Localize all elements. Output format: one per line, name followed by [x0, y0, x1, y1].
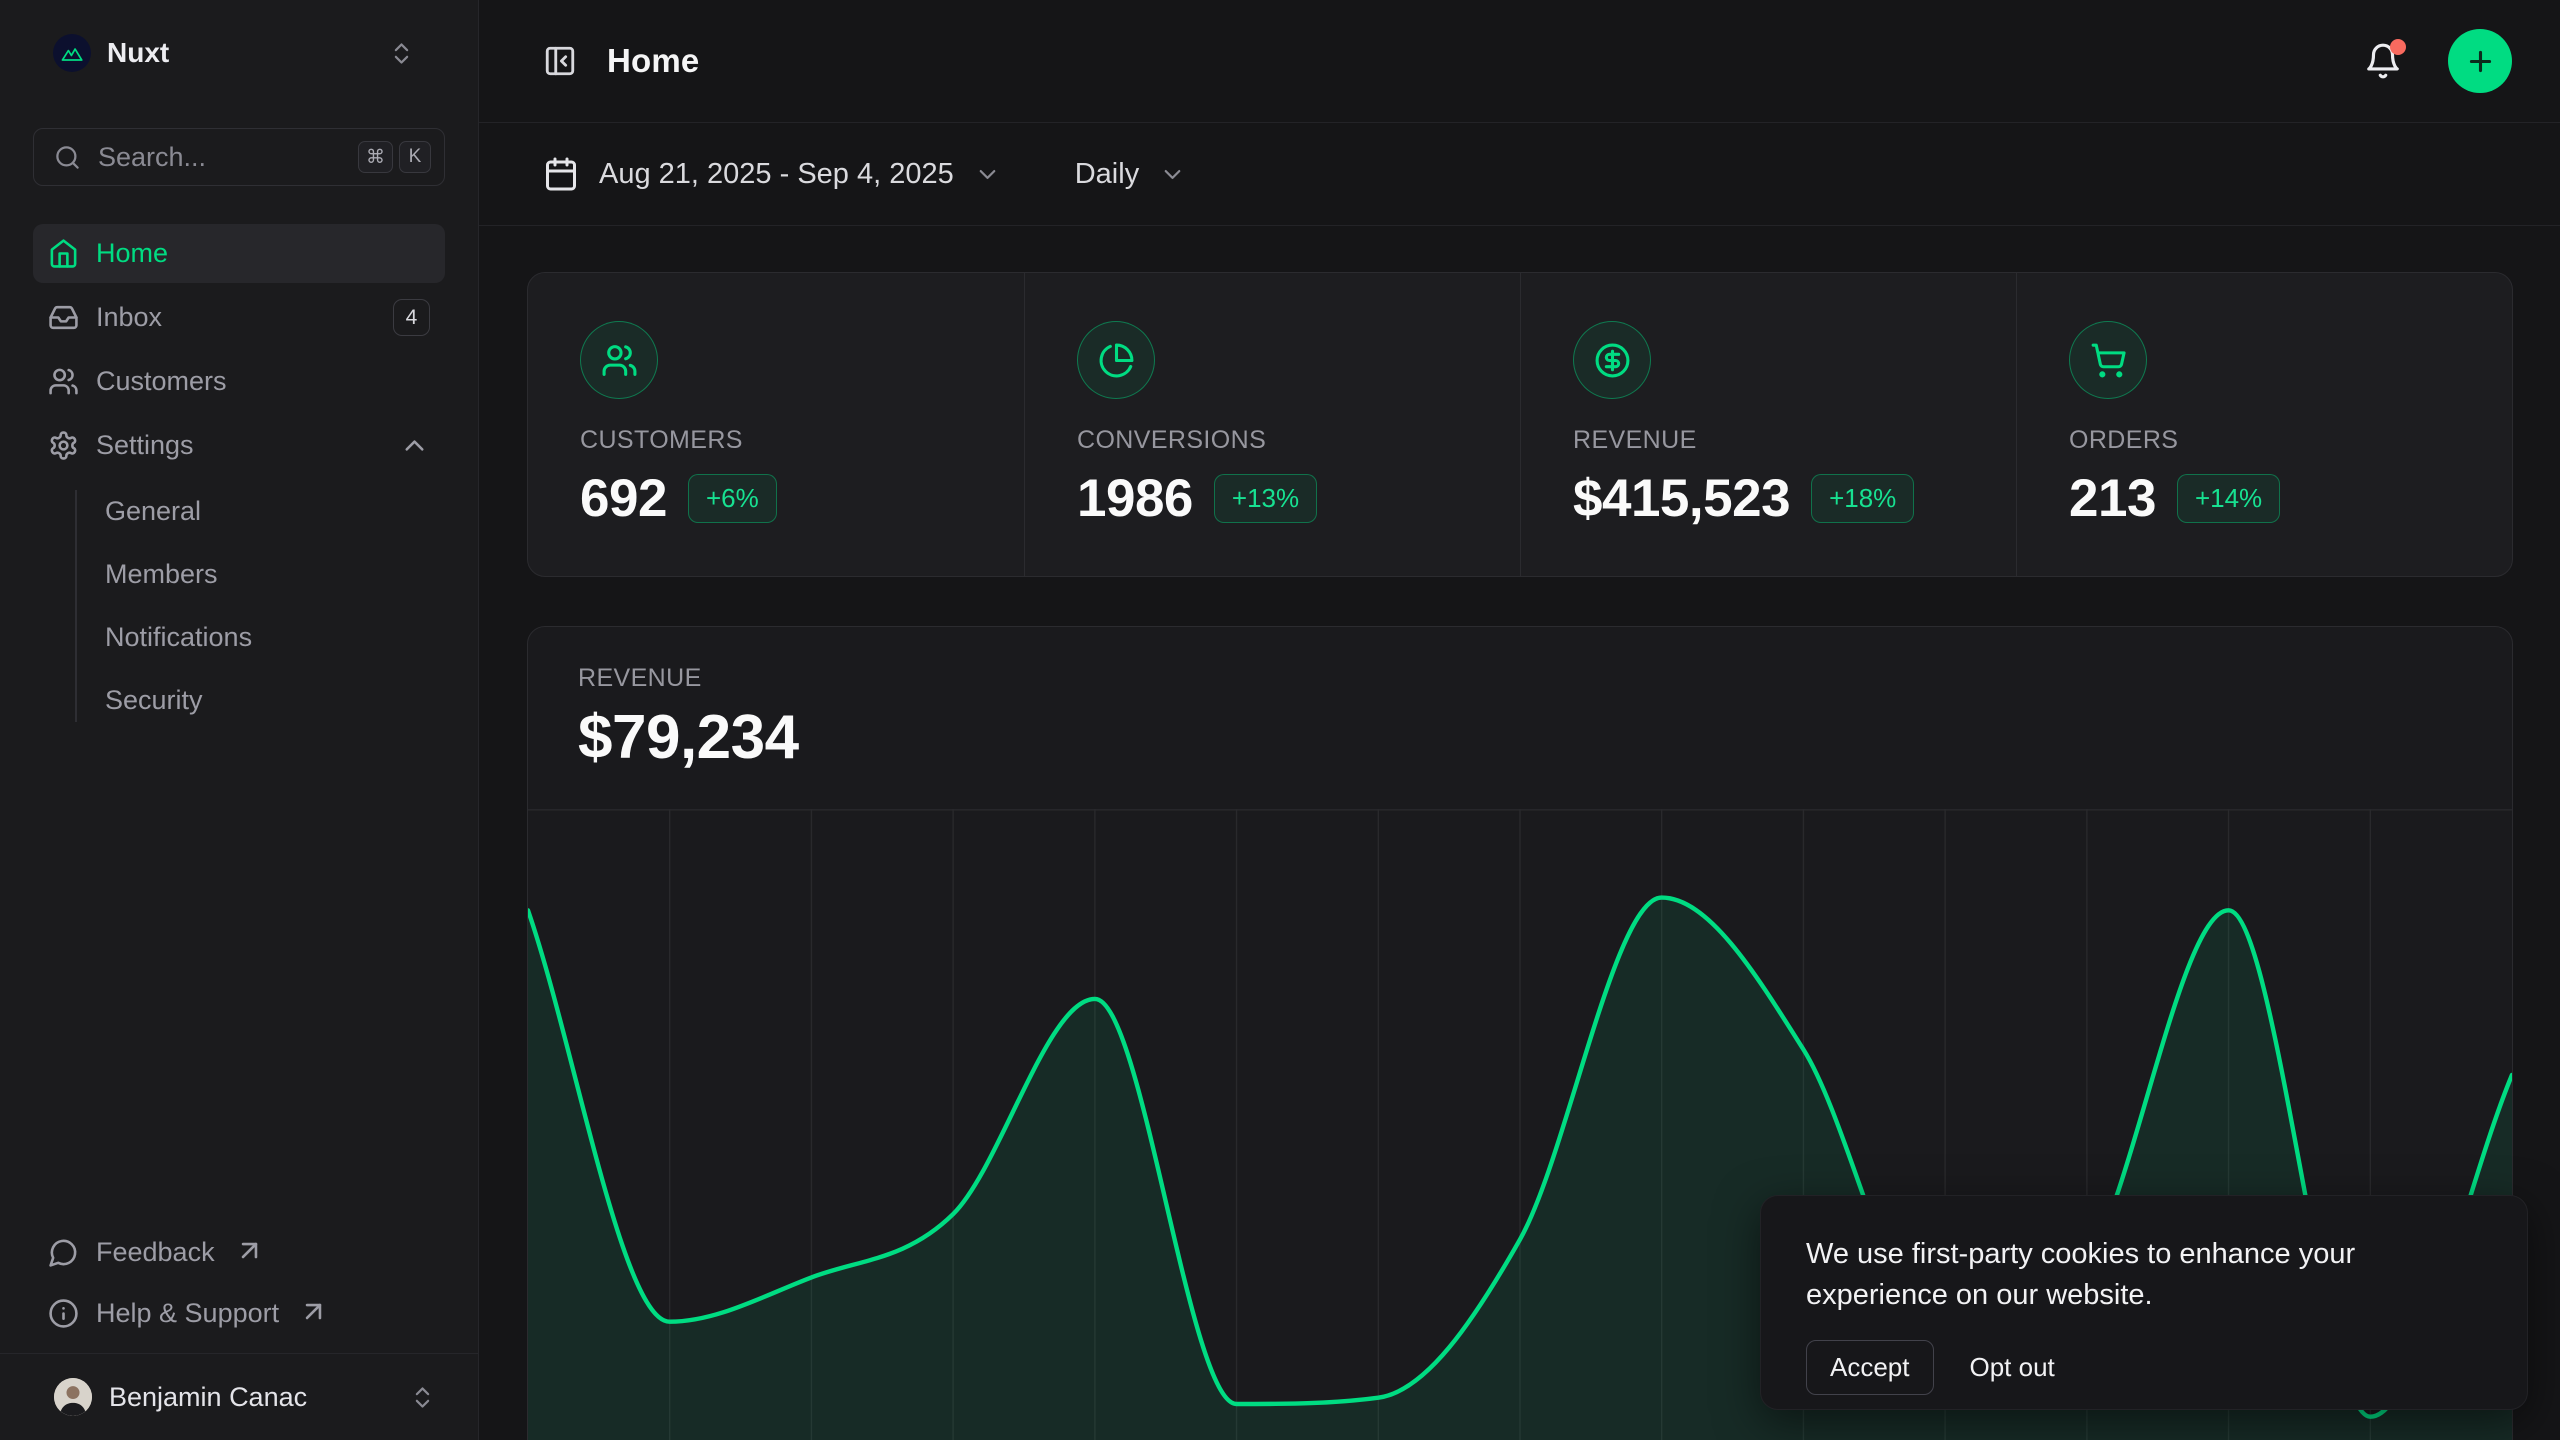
stat-delta-badge: +14%	[2177, 474, 2280, 523]
stat-card-customers[interactable]: CUSTOMERS 692 +6%	[528, 273, 1024, 577]
kbd-k: K	[399, 141, 431, 173]
gear-icon	[48, 430, 79, 461]
stat-value: 692	[580, 468, 667, 529]
search-input[interactable]: Search... ⌘ K	[33, 128, 445, 186]
date-range-picker[interactable]: Aug 21, 2025 - Sep 4, 2025	[543, 156, 1001, 192]
nav-label: Help & Support	[96, 1298, 279, 1329]
cookie-banner: We use first-party cookies to enhance yo…	[1760, 1195, 2528, 1410]
page-title: Home	[607, 42, 700, 80]
external-link-icon	[298, 1296, 329, 1327]
sidebar-item-general[interactable]: General	[33, 480, 445, 543]
stat-label: CONVERSIONS	[1077, 426, 1468, 455]
sidebar-footer: Feedback Help & Support	[33, 1225, 445, 1341]
chevron-down-icon	[974, 161, 1001, 188]
sidebar-item-customers[interactable]: Customers	[33, 352, 445, 411]
sidebar-spacer	[0, 732, 478, 1225]
search-placeholder: Search...	[98, 142, 352, 173]
panel-left-close-icon	[543, 44, 577, 78]
external-link-icon	[234, 1235, 265, 1266]
nav-label: Feedback	[96, 1237, 215, 1268]
users-icon	[48, 366, 79, 397]
filters-toolbar: Aug 21, 2025 - Sep 4, 2025 Daily	[479, 123, 2560, 226]
settings-subnav: General Members Notifications Security	[33, 480, 445, 732]
granularity-select[interactable]: Daily	[1075, 158, 1186, 191]
bell-icon	[2364, 42, 2402, 80]
stat-card-orders[interactable]: ORDERS 213 +14%	[2016, 273, 2512, 577]
message-bubble-icon	[48, 1237, 79, 1268]
app: Nuxt Search... ⌘ K Home	[0, 0, 2560, 1440]
user-menu[interactable]: Benjamin Canac	[0, 1354, 478, 1440]
optout-cookies-button[interactable]: Opt out	[1970, 1352, 2055, 1383]
chevrons-up-down-icon	[409, 1384, 436, 1411]
stat-delta-badge: +18%	[1811, 474, 1914, 523]
workspace-name: Nuxt	[107, 37, 388, 69]
nav-label: Settings	[96, 430, 194, 461]
sidebar-nav: Home Inbox 4 Customers Settings	[33, 224, 445, 732]
feedback-link[interactable]: Feedback	[33, 1225, 445, 1280]
sidebar-item-home[interactable]: Home	[33, 224, 445, 283]
revenue-chart-label: REVENUE	[578, 664, 2462, 693]
stat-label: CUSTOMERS	[580, 426, 972, 455]
users-icon	[580, 321, 658, 399]
circle-dollar-icon	[1573, 321, 1651, 399]
kbd-cmd: ⌘	[358, 141, 393, 173]
stats-row: CUSTOMERS 692 +6% CONVERSIONS 1986 +13%	[527, 272, 2513, 577]
sidebar-item-members[interactable]: Members	[33, 543, 445, 606]
inbox-icon	[48, 302, 79, 333]
workspace-switcher[interactable]: Nuxt	[33, 24, 445, 82]
sidebar-item-inbox[interactable]: Inbox 4	[33, 288, 445, 347]
stat-label: ORDERS	[2069, 426, 2460, 455]
sidebar: Nuxt Search... ⌘ K Home	[0, 0, 479, 1440]
accept-cookies-button[interactable]: Accept	[1806, 1340, 1934, 1395]
chevron-down-icon	[1159, 161, 1186, 188]
pie-chart-icon	[1077, 321, 1155, 399]
date-range-value: Aug 21, 2025 - Sep 4, 2025	[599, 158, 954, 191]
nav-label: Home	[96, 238, 168, 269]
cookie-message: We use first-party cookies to enhance yo…	[1806, 1234, 2482, 1316]
stat-value: 213	[2069, 468, 2156, 529]
info-circle-icon	[48, 1298, 79, 1329]
sidebar-item-settings[interactable]: Settings	[33, 416, 445, 475]
shopping-cart-icon	[2069, 321, 2147, 399]
stat-label: REVENUE	[1573, 426, 1964, 455]
nuxt-logo-icon	[53, 34, 91, 72]
granularity-value: Daily	[1075, 158, 1139, 191]
collapse-sidebar-button[interactable]	[543, 44, 577, 78]
user-name: Benjamin Canac	[109, 1382, 392, 1413]
help-support-link[interactable]: Help & Support	[33, 1286, 445, 1341]
home-icon	[48, 238, 79, 269]
avatar	[54, 1378, 92, 1416]
stat-value: 1986	[1077, 468, 1193, 529]
revenue-chart-value: $79,234	[578, 702, 2462, 773]
notifications-button[interactable]	[2364, 42, 2402, 80]
inbox-count-badge: 4	[393, 299, 430, 336]
topbar: Home	[479, 0, 2560, 123]
plus-icon	[2465, 46, 2496, 77]
add-button[interactable]	[2448, 29, 2512, 93]
stat-card-revenue[interactable]: REVENUE $415,523 +18%	[1520, 273, 2016, 577]
notification-dot	[2390, 39, 2406, 55]
chevrons-up-down-icon	[388, 40, 415, 67]
stat-value: $415,523	[1573, 468, 1790, 529]
stat-delta-badge: +13%	[1214, 474, 1317, 523]
sidebar-item-security[interactable]: Security	[33, 669, 445, 732]
search-icon	[54, 144, 81, 171]
chevron-up-icon	[399, 430, 430, 461]
nav-label: Inbox	[96, 302, 162, 333]
main-area: Home	[479, 0, 2560, 1440]
stat-delta-badge: +6%	[688, 474, 777, 523]
nav-label: Customers	[96, 366, 227, 397]
stat-card-conversions[interactable]: CONVERSIONS 1986 +13%	[1024, 273, 1520, 577]
sidebar-item-notifications[interactable]: Notifications	[33, 606, 445, 669]
calendar-icon	[543, 156, 579, 192]
